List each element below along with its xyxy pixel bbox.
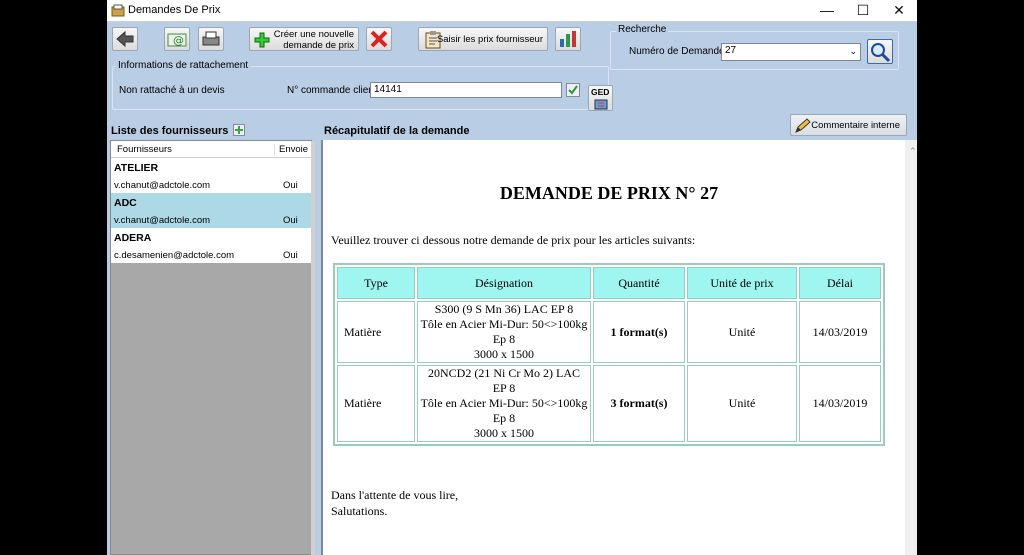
internal-comment-button[interactable]: Commentaire interne [790, 114, 907, 136]
client-order-label: N° commande client [287, 85, 377, 96]
col-header-type: Type [337, 267, 415, 299]
designation-line: 3000 x 1500 [474, 426, 534, 440]
document-scrollbar[interactable]: ⌃ [905, 140, 917, 555]
designation-line: EP 8 [492, 381, 516, 395]
delete-x-icon [370, 30, 388, 48]
chevron-down-icon[interactable]: ⌄ [849, 46, 857, 57]
internal-comment-label: Commentaire interne [811, 120, 900, 131]
request-items-table: Type Désignation Quantité Unité de prix … [333, 263, 885, 446]
supplier-name: ADC [114, 197, 137, 209]
cell-delay: 14/03/2019 [799, 301, 881, 363]
cell-quantity: 3 format(s) [593, 365, 685, 442]
col-header-quantity: Quantité [593, 267, 685, 299]
supplier-email: c.desamenien@adctole.com [114, 250, 235, 261]
close-window-button[interactable]: ✕ [881, 0, 917, 22]
cell-quantity: 1 format(s) [593, 301, 685, 363]
request-number-value: 27 [725, 45, 737, 56]
window-title: Demandes De Prix [128, 4, 221, 16]
cell-type: Matière [337, 365, 415, 442]
main-window: Demandes De Prix — ☐ ✕ @ Créer une nouve… [107, 0, 917, 555]
designation-line: Ep 8 [492, 332, 516, 346]
plus-icon [235, 126, 243, 134]
supplier-email: v.chanut@adctole.com [114, 215, 211, 226]
request-summary-title: Récapitulatif de la demande [324, 125, 470, 137]
checkmark-icon[interactable] [566, 83, 580, 97]
supplier-email: v.chanut@adctole.com [114, 180, 211, 191]
create-request-label-line1: Créer une nouvelle [273, 29, 354, 40]
title-bar: Demandes De Prix — ☐ ✕ [107, 0, 917, 22]
suppliers-list-title: Liste des fournisseurs [111, 125, 229, 137]
suppliers-list-header: Fournisseurs Envoie [111, 141, 311, 158]
designation-line: Ep 8 [492, 411, 516, 425]
cell-price-unit: Unité [687, 301, 797, 363]
cell-type: Matière [337, 301, 415, 363]
suppliers-list[interactable]: Fournisseurs Envoie ATELIER v.chanut@adc… [110, 140, 315, 555]
supplier-sent-status: Oui [283, 215, 298, 226]
search-group-legend: Recherche [616, 24, 669, 35]
request-document-preview: DEMANDE DE PRIX N° 27 Veuillez trouver c… [321, 140, 917, 555]
ged-label: GED [591, 87, 610, 97]
folder-link-icon [594, 99, 608, 110]
enter-supplier-prices-label: Saisir les prix fournisseur [436, 34, 543, 45]
printer-icon [202, 31, 220, 46]
cell-price-unit: Unité [687, 365, 797, 442]
table-row: Matière S300 (9 S Mn 36) LAC EP 8 Tôle e… [337, 301, 881, 363]
maximize-button[interactable]: ☐ [845, 0, 881, 22]
designation-line: 20NCD2 (21 Ni Cr Mo 2) LAC [428, 366, 580, 380]
client-order-input[interactable]: 14141 [370, 82, 562, 98]
document-intro: Veuillez trouver ci dessous notre demand… [331, 233, 696, 247]
scroll-up-icon[interactable]: ⌃ [909, 146, 917, 157]
supplier-name: ATELIER [114, 162, 159, 174]
print-button[interactable] [198, 27, 224, 51]
search-button[interactable] [867, 39, 893, 64]
client-order-value: 14141 [374, 84, 402, 95]
back-arrow-icon [116, 30, 134, 48]
col-header-sent[interactable]: Envoie [274, 144, 308, 155]
table-header-row: Type Désignation Quantité Unité de prix … [337, 267, 881, 299]
designation-line: 3000 x 1500 [474, 347, 534, 361]
document-title: DEMANDE DE PRIX N° 27 [499, 183, 719, 203]
request-number-select[interactable]: 27 ⌄ [721, 43, 861, 61]
email-button[interactable]: @ [164, 27, 190, 51]
request-number-label: Numéro de Demande [629, 46, 725, 57]
designation-line: Tôle en Acier Mi-Dur: 50<>100kg [420, 317, 588, 331]
designation-line: Tôle en Acier Mi-Dur: 50<>100kg [420, 396, 588, 410]
svg-text:@: @ [173, 34, 184, 47]
col-header-designation: Désignation [417, 267, 591, 299]
supplier-row[interactable]: ADC v.chanut@adctole.com Oui [111, 193, 311, 228]
col-header-delay: Délai [799, 267, 881, 299]
delete-button[interactable] [366, 27, 392, 51]
suppliers-list-scrollbar[interactable] [311, 141, 315, 555]
enter-supplier-prices-button[interactable]: Saisir les prix fournisseur [418, 27, 548, 51]
ged-button[interactable]: GED [588, 85, 613, 111]
designation-line: S300 (9 S Mn 36) LAC EP 8 [434, 302, 574, 316]
quote-status-text: Non rattaché à un devis [119, 85, 225, 96]
supplier-row[interactable]: ADERA c.desamenien@adctole.com Oui [111, 228, 311, 263]
supplier-sent-status: Oui [283, 250, 298, 261]
create-request-label-line2: demande de prix [283, 40, 354, 51]
closing-line-2: Salutations. [331, 504, 388, 518]
table-row: Matière 20NCD2 (21 Ni Cr Mo 2) LAC EP 8 … [337, 365, 881, 442]
pencil-icon [795, 118, 811, 133]
cell-designation: S300 (9 S Mn 36) LAC EP 8 Tôle en Acier … [417, 301, 591, 363]
closing-line-1: Dans l'attente de vous lire, [331, 488, 459, 502]
search-icon [871, 43, 891, 63]
app-icon [111, 4, 125, 17]
supplier-name: ADERA [114, 232, 152, 244]
back-button[interactable] [112, 27, 138, 51]
cell-delay: 14/03/2019 [799, 365, 881, 442]
col-header-price-unit: Unité de prix [687, 267, 797, 299]
attachment-group-legend: Informations de rattachement [116, 60, 251, 71]
email-icon: @ [167, 33, 187, 47]
create-request-button[interactable]: Créer une nouvelle demande de prix [249, 27, 359, 51]
plus-icon [254, 32, 270, 48]
supplier-sent-status: Oui [283, 180, 298, 191]
cell-designation: 20NCD2 (21 Ni Cr Mo 2) LAC EP 8 Tôle en … [417, 365, 591, 442]
supplier-row[interactable]: ATELIER v.chanut@adctole.com Oui [111, 158, 311, 193]
minimize-button[interactable]: — [809, 0, 845, 22]
add-supplier-button[interactable] [233, 124, 245, 136]
statistics-button[interactable] [555, 27, 581, 51]
bar-chart-icon [560, 31, 576, 47]
col-header-suppliers[interactable]: Fournisseurs [117, 144, 172, 155]
